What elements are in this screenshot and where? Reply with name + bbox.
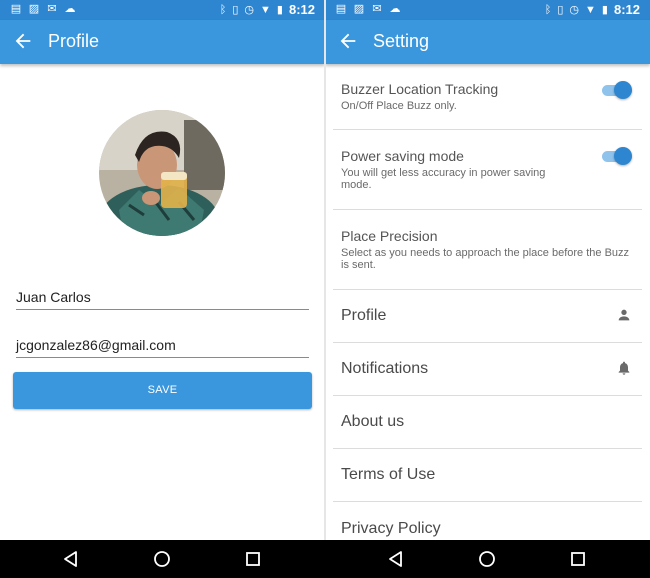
mail-icon: ✉ <box>47 3 57 15</box>
setting-description: Select as you needs to approach the plac… <box>341 247 630 271</box>
setting-title: Buzzer Location Tracking <box>341 81 499 97</box>
status-time: 8:12 <box>288 2 315 17</box>
bell-icon <box>618 361 630 375</box>
navigation-bar <box>0 540 650 578</box>
settings-item-about[interactable]: About us <box>333 396 642 449</box>
avatar[interactable] <box>99 110 225 236</box>
nav-bar-left <box>0 540 325 578</box>
bluetooth-icon: ᛒ <box>544 3 552 16</box>
item-label: Terms of Use <box>341 466 436 483</box>
image-icon: ▨ <box>353 3 365 15</box>
wifi-icon: ▼ <box>585 3 596 16</box>
item-label: Notifications <box>341 360 429 377</box>
setting-title: Place Precision <box>341 228 438 244</box>
home-circle-icon[interactable] <box>478 550 496 568</box>
email-value: jcgonzalez86@gmail.com <box>16 337 176 353</box>
cloud-icon: ☁ <box>389 3 401 15</box>
status-bar: ▤ ▨ ✉ ☁ ᛒ ▯ ◷ ▼ ▮ 8:12 <box>0 0 325 20</box>
settings-item-notifications[interactable]: Notifications <box>333 343 642 396</box>
email-field[interactable]: jcgonzalez86@gmail.com <box>16 328 309 358</box>
status-time: 8:12 <box>613 2 640 17</box>
back-arrow-icon[interactable] <box>12 30 34 52</box>
cloud-icon: ☁ <box>64 3 76 15</box>
notification-icon: ▤ <box>10 3 22 15</box>
mail-icon: ✉ <box>372 3 382 15</box>
profile-app-bar: Profile <box>0 20 325 64</box>
settings-item-terms[interactable]: Terms of Use <box>333 449 642 502</box>
bluetooth-icon: ᛒ <box>219 3 227 16</box>
settings-screen: ▤ ▨ ✉ ☁ ᛒ ▯ ◷ ▼ ▮ 8:12 Setting Buzzer Lo… <box>325 0 650 578</box>
wifi-icon: ▼ <box>260 3 271 16</box>
item-label: Profile <box>341 307 387 324</box>
recents-square-icon[interactable] <box>244 550 262 568</box>
setting-description: You will get less accuracy in power savi… <box>341 167 546 191</box>
setting-buzzer-location: Buzzer Location Tracking On/Off Place Bu… <box>333 64 642 130</box>
status-bar: ▤ ▨ ✉ ☁ ᛒ ▯ ◷ ▼ ▮ 8:12 <box>325 0 650 20</box>
battery-icon: ▮ <box>276 3 283 16</box>
setting-power-saving: Power saving mode You will get less accu… <box>333 130 642 210</box>
save-button[interactable]: SAVE <box>13 372 312 409</box>
back-triangle-icon[interactable] <box>62 550 80 568</box>
buzzer-location-toggle[interactable] <box>602 80 632 100</box>
profile-screen: ▤ ▨ ✉ ☁ ᛒ ▯ ◷ ▼ ▮ 8:12 Profile Juan Carl… <box>0 0 325 578</box>
setting-title: Power saving mode <box>341 148 464 164</box>
name-value: Juan Carlos <box>16 289 91 305</box>
settings-app-bar: Setting <box>325 20 650 64</box>
item-label: Privacy Policy <box>341 520 441 537</box>
image-icon: ▨ <box>28 3 40 15</box>
page-title: Setting <box>373 31 430 51</box>
setting-description: On/Off Place Buzz only. <box>341 100 457 112</box>
alarm-icon: ◷ <box>244 3 255 16</box>
page-title: Profile <box>48 31 100 51</box>
setting-place-precision[interactable]: Place Precision Select as you needs to a… <box>333 210 642 290</box>
screen-divider <box>324 0 326 578</box>
recents-square-icon[interactable] <box>569 550 587 568</box>
person-icon <box>618 309 630 321</box>
vibrate-icon: ▯ <box>232 3 239 16</box>
home-circle-icon[interactable] <box>153 550 171 568</box>
settings-item-profile[interactable]: Profile <box>333 290 642 343</box>
vibrate-icon: ▯ <box>557 3 564 16</box>
power-saving-toggle[interactable] <box>602 146 632 166</box>
name-field[interactable]: Juan Carlos <box>16 280 309 310</box>
item-label: About us <box>341 413 405 430</box>
battery-icon: ▮ <box>601 3 608 16</box>
back-arrow-icon[interactable] <box>337 30 359 52</box>
nav-bar-right <box>325 540 650 578</box>
alarm-icon: ◷ <box>569 3 580 16</box>
notification-icon: ▤ <box>335 3 347 15</box>
back-triangle-icon[interactable] <box>387 550 405 568</box>
